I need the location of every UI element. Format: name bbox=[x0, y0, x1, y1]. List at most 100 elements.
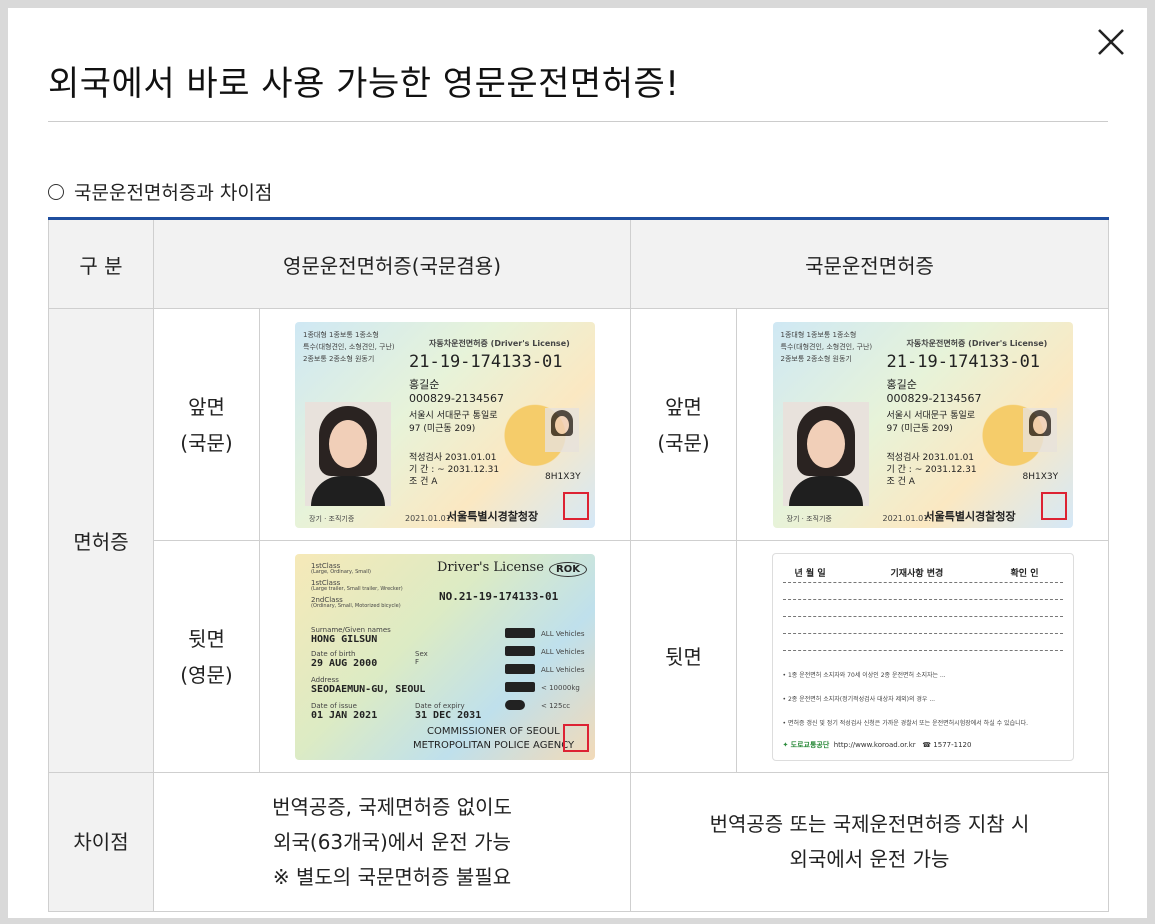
header-english-license: 영문운전면허증(국문겸용) bbox=[152, 218, 632, 309]
difference-english: 번역공증, 국제면허증 없이도 외국(63개국)에서 운전 가능 ※ 별도의 국… bbox=[152, 772, 632, 912]
change-record-grid bbox=[782, 581, 1063, 667]
card-text: 000829-2134567 bbox=[409, 391, 504, 405]
card-text: < 125cc bbox=[541, 701, 571, 710]
card-text: Surname/Given names bbox=[311, 625, 391, 634]
card-text: ☎ 1577-1120 bbox=[922, 740, 972, 749]
card-text: 장기 · 조직기증 bbox=[786, 514, 832, 523]
section-heading: 국문운전면허증과 차이점 bbox=[48, 178, 272, 205]
card-text: 특수(대형견인, 소형견인, 구난) bbox=[780, 342, 873, 351]
difference-line: 외국(63개국)에서 운전 가능 bbox=[273, 829, 511, 854]
circle-bullet-icon bbox=[48, 183, 64, 200]
card-text: (Large trailer, Small trailer, Wrecker) bbox=[311, 585, 403, 592]
card-text: 자동차운전면허증 (Driver's License) bbox=[429, 338, 570, 348]
card-text: 21-19-174133-01 bbox=[886, 351, 1041, 372]
card-text: 8H1X3Y bbox=[1022, 471, 1059, 482]
vehicle-bus-icon bbox=[505, 627, 535, 638]
vehicle-van-icon bbox=[505, 681, 535, 692]
title-divider bbox=[48, 121, 1108, 122]
table-row-front: 면허증 앞면 (국문) 1종대형 1종보통 1종소형 특수(대형견인, 소형견인… bbox=[48, 308, 1110, 773]
card-text: 확인 인 bbox=[1010, 568, 1039, 579]
card-text: 기재사항 변경 bbox=[890, 568, 944, 579]
card-text: 도로교통공단 bbox=[790, 740, 830, 749]
card-text: Date of issue bbox=[311, 701, 357, 710]
side-label-line: (국문) bbox=[180, 430, 233, 455]
side-label-back-ko: 뒷면 bbox=[630, 540, 738, 773]
card-text: 서울특별시경찰청장 bbox=[924, 509, 1016, 523]
license-front-image-ko: 1종대형 1종보통 1종소형 특수(대형견인, 소형견인, 구난) 2종보통 2… bbox=[772, 321, 1073, 528]
card-text: (Large, Ordinary, Small) bbox=[311, 568, 371, 575]
portrait-photo bbox=[782, 401, 869, 506]
card-text: 2종보통 2종소형 원동기 bbox=[780, 354, 852, 363]
side-label-back-en: 뒷면 (영문) bbox=[153, 540, 260, 773]
table-row-back: 뒷면 (영문) Driver's License ROK NO.21-19-17… bbox=[49, 540, 1110, 773]
card-text: 서울특별시경찰청장 bbox=[447, 509, 539, 523]
card-text: 장기 · 조직기증 bbox=[309, 514, 355, 523]
koroad-logo-icon: ✦ bbox=[782, 740, 789, 749]
difference-line: 번역공증, 국제면허증 없이도 bbox=[272, 794, 512, 819]
card-text: METROPOLITAN POLICE AGENCY bbox=[413, 739, 575, 751]
modal-dialog: 외국에서 바로 사용 가능한 영문운전면허증! 국문운전면허증과 차이점 구 분… bbox=[8, 8, 1147, 918]
card-text: 서울시 서대문구 통일로 bbox=[409, 410, 498, 421]
side-label-front-en: 앞면 (국문) bbox=[153, 308, 260, 541]
card-text: SEODAEMUN-GU, SEOUL bbox=[311, 683, 426, 695]
card-text: 자동차운전면허증 (Driver's License) bbox=[906, 338, 1048, 348]
card-text: 홍길순 bbox=[409, 377, 440, 391]
close-button[interactable] bbox=[1093, 24, 1129, 60]
difference-korean: 번역공증 또는 국제운전면허증 지참 시 외국에서 운전 가능 bbox=[630, 772, 1110, 912]
card-text: • 2종 운전면허 소지자(정기적성검사 대상자 제외)의 경우 ... bbox=[782, 695, 936, 703]
card-cell-back-en: Driver's License ROK NO.21-19-174133-01 … bbox=[258, 540, 632, 773]
card-text: 홍길순 bbox=[886, 377, 917, 391]
card-cell-front-en: 1종대형 1종보통 1종소형 특수(대형견인, 소형견인, 구난) 2종보통 2… bbox=[258, 308, 632, 541]
row-label-license: 면허증 bbox=[48, 308, 154, 773]
card-text: ✦ 도로교통공단 http://www.koroad.or.kr ☎ 1577-… bbox=[783, 740, 972, 750]
row-label-difference: 차이점 bbox=[48, 772, 154, 912]
side-label-front-ko: 앞면 (국문) bbox=[630, 308, 738, 541]
card-text: 21-19-174133-01 bbox=[409, 351, 563, 372]
card-text: NO.21-19-174133-01 bbox=[439, 589, 559, 603]
card-text: ALL Vehicles bbox=[541, 629, 585, 638]
card-cell-front-ko: 1종대형 1종보통 1종소형 특수(대형견인, 소형견인, 구난) 2종보통 2… bbox=[736, 308, 1110, 541]
card-text: 조 건 A bbox=[886, 476, 915, 487]
card-text: 조 건 A bbox=[409, 476, 438, 487]
card-text: 1종대형 1종보통 1종소형 bbox=[303, 330, 379, 339]
card-text: 31 DEC 2031 bbox=[415, 709, 482, 721]
official-seal-icon bbox=[1040, 491, 1067, 520]
card-text: Date of expiry bbox=[415, 701, 465, 710]
vehicle-motorcycle-icon bbox=[505, 699, 525, 710]
official-seal-icon bbox=[563, 491, 589, 520]
side-label-line: (영문) bbox=[180, 662, 233, 687]
difference-line: ※ 별도의 국문면허증 불필요 bbox=[272, 864, 512, 889]
card-text: (Ordinary, Small, Motorized bicycle) bbox=[311, 602, 401, 609]
side-label-line: 앞면 bbox=[188, 394, 225, 419]
official-seal-icon bbox=[563, 723, 589, 752]
card-text: ALL Vehicles bbox=[541, 647, 585, 656]
side-label-line: (국문) bbox=[657, 430, 710, 455]
card-text: • 1종 운전면허 소지자와 70세 이상인 2종 운전면허 소지자는 ... bbox=[782, 671, 946, 679]
table-header-row: 구 분 영문운전면허증(국문겸용) 국문운전면허증 bbox=[48, 218, 1110, 309]
license-back-image-en: Driver's License ROK NO.21-19-174133-01 … bbox=[295, 553, 595, 760]
side-label-line: 뒷면 bbox=[188, 626, 225, 651]
modal-title: 외국에서 바로 사용 가능한 영문운전면허증! bbox=[48, 64, 680, 104]
ghost-portrait bbox=[1022, 407, 1057, 452]
card-text: • 면허증 갱신 및 정기 적성검사 신청은 가까운 경찰서 또는 운전면허시험… bbox=[782, 719, 1029, 727]
card-cell-back-ko: 년 월 일 기재사항 변경 확인 인 • 1종 운전면허 소지자와 70세 이상… bbox=[736, 540, 1110, 773]
card-text: F bbox=[415, 657, 420, 666]
card-text: Date of birth bbox=[311, 649, 356, 658]
card-text: ALL Vehicles bbox=[541, 665, 585, 674]
license-front-image-en: 1종대형 1종보통 1종소형 특수(대형견인, 소형견인, 구난) 2종보통 2… bbox=[295, 321, 595, 528]
side-label-line: 앞면 bbox=[665, 394, 702, 419]
card-text: http://www.koroad.or.kr bbox=[833, 740, 916, 749]
card-text: 1종대형 1종보통 1종소형 bbox=[780, 330, 857, 339]
vehicle-truck-icon bbox=[505, 645, 535, 656]
card-text: ROK bbox=[549, 561, 587, 577]
card-text: 97 (미근동 209) bbox=[886, 423, 953, 434]
close-icon bbox=[1098, 29, 1124, 55]
card-text: 97 (미근동 209) bbox=[409, 423, 476, 434]
vehicle-trailer-icon bbox=[505, 663, 535, 674]
card-text: 서울시 서대문구 통일로 bbox=[886, 410, 976, 421]
card-text: < 10000kg bbox=[541, 683, 580, 692]
card-text: HONG GILSUN bbox=[311, 633, 378, 645]
comparison-table: 구 분 영문운전면허증(국문겸용) 국문운전면허증 면허증 앞면 (국문) 1종… bbox=[48, 217, 1110, 912]
license-back-image-ko: 년 월 일 기재사항 변경 확인 인 • 1종 운전면허 소지자와 70세 이상… bbox=[771, 552, 1074, 761]
header-korean-license: 국문운전면허증 bbox=[630, 218, 1110, 309]
